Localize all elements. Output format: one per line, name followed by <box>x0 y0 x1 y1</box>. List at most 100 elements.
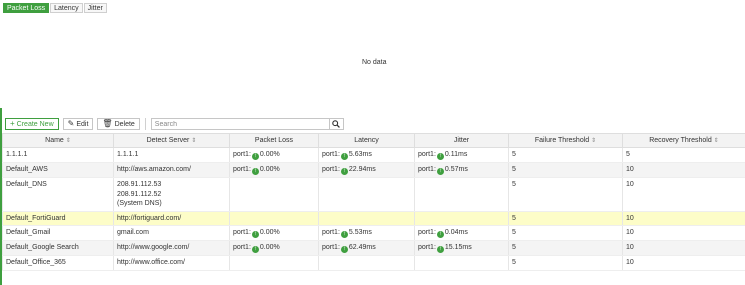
table-row[interactable]: Default_DNS 208.91.112.53 208.91.112.52 (Sy… <box>2 177 745 212</box>
cell-jitter <box>414 255 509 271</box>
table-row[interactable]: Default_AWS http://aws.amazon.com/port1: ↑… <box>2 162 745 178</box>
detect-server-line: 208.91.112.52 <box>117 190 162 198</box>
column-header-detect-server[interactable]: Detect Server ⇕ <box>113 133 230 148</box>
cell-detect-server: http://fortiguard.com/ <box>113 211 230 226</box>
table-row[interactable]: Default_Google Search http://www.google.c… <box>2 240 745 256</box>
cell-packet-loss <box>229 211 319 226</box>
create-new-label: Create New <box>16 120 54 128</box>
search-icon <box>332 120 341 128</box>
cell-latency: port1: ↑ 5.63ms <box>318 147 415 163</box>
search-button[interactable] <box>329 118 344 130</box>
port-label: port1: <box>418 151 436 158</box>
port-label: port1: <box>322 166 340 173</box>
pencil-icon: ✎ <box>67 119 75 128</box>
detect-server-line: http://www.google.com/ <box>117 244 190 251</box>
cell-name: 1.1.1.1 <box>2 147 114 163</box>
metric-value: 0.04ms <box>444 229 468 236</box>
table-row[interactable]: Default_Office_365 http://www.office.com/… <box>2 255 745 271</box>
port-label: port1: <box>233 229 251 236</box>
cell-detect-server: gmail.com <box>113 225 230 241</box>
table-row[interactable]: Default_Gmail gmail.com port1: ↑ 0.00% port1:… <box>2 225 745 241</box>
tab-latency[interactable]: Latency <box>50 3 83 13</box>
port-label: port1: <box>322 229 340 236</box>
column-header-name[interactable]: Name ⇕ <box>2 133 114 148</box>
cell-jitter: port1: ↑ 0.57ms <box>414 162 509 178</box>
cell-packet-loss: port1: ↑ 0.00% <box>229 162 319 178</box>
cell-failure-threshold: 5 <box>508 255 623 271</box>
port-label: port1: <box>322 244 340 251</box>
metric-value: 5.63ms <box>348 151 372 158</box>
metric-value: 0.00% <box>259 229 280 236</box>
cell-name: Default_AWS <box>2 162 114 178</box>
status-up-icon: ↑ <box>251 153 259 160</box>
metric-value: 22.94ms <box>348 166 376 173</box>
detect-server-line: 1.1.1.1 <box>117 151 139 158</box>
status-up-icon: ↑ <box>251 168 259 175</box>
column-header-latency[interactable]: Latency <box>318 133 415 148</box>
cell-recovery-threshold: 10 <box>622 162 745 178</box>
detect-server-line: 208.91.112.53 <box>117 181 162 188</box>
status-up-icon: ↑ <box>340 168 348 175</box>
cell-failure-threshold: 5 <box>508 177 623 212</box>
port-label: port1: <box>233 244 251 251</box>
cell-recovery-threshold: 10 <box>622 225 745 241</box>
cell-detect-server: http://www.office.com/ <box>113 255 230 271</box>
performance-sla-table: Name ⇕ Detect Server ⇕ Packet Loss Latency… <box>2 133 745 271</box>
cell-name: Default_Office_365 <box>2 255 114 271</box>
cell-packet-loss <box>229 177 319 212</box>
delete-label: Delete <box>114 120 135 128</box>
cell-failure-threshold: 5 <box>508 211 623 226</box>
toolbar-divider <box>144 118 146 130</box>
metric-value: 0.11ms <box>444 151 468 158</box>
metric-value: 5.53ms <box>348 229 372 236</box>
cell-packet-loss <box>229 255 319 271</box>
metric-value: 0.57ms <box>444 166 468 173</box>
port-label: port1: <box>322 151 340 158</box>
cell-detect-server: http://www.google.com/ <box>113 240 230 256</box>
trash-icon: 🗑 <box>102 119 113 128</box>
cell-packet-loss: port1: ↑ 0.00% <box>229 147 319 163</box>
cell-detect-server: 208.91.112.53 208.91.112.52 (System DNS) <box>113 177 230 212</box>
status-up-icon: ↑ <box>340 246 348 253</box>
table-row[interactable]: Default_FortiGuard http://fortiguard.com/… <box>2 211 745 226</box>
cell-jitter <box>414 177 509 212</box>
status-up-icon: ↑ <box>251 231 259 238</box>
port-label: port1: <box>418 244 436 251</box>
metric-value: 15.15ms <box>444 244 472 251</box>
status-up-icon: ↑ <box>436 231 444 238</box>
search-input[interactable] <box>150 118 330 130</box>
metric-value: 0.00% <box>259 166 280 173</box>
metric-value: 0.00% <box>259 244 280 251</box>
edit-button[interactable]: ✎ Edit <box>62 118 94 130</box>
column-header-failure-threshold[interactable]: Failure Threshold ⇕ <box>508 133 623 148</box>
cell-recovery-threshold: 10 <box>622 177 745 212</box>
detect-server-line: http://fortiguard.com/ <box>117 214 182 222</box>
cell-recovery-threshold: 10 <box>622 240 745 256</box>
tab-packet-loss[interactable]: Packet Loss <box>3 3 50 13</box>
plus-icon: + <box>10 119 15 128</box>
table-header: Name ⇕ Detect Server ⇕ Packet Loss Latency… <box>2 133 745 148</box>
cell-latency <box>318 255 415 271</box>
cell-latency <box>318 211 415 226</box>
column-header-jitter[interactable]: Jitter <box>414 133 509 148</box>
cell-jitter: port1: ↑ 0.11ms <box>414 147 509 163</box>
cell-latency: port1: ↑ 5.53ms <box>318 225 415 241</box>
tab-jitter[interactable]: Jitter <box>83 3 107 13</box>
column-header-recovery-threshold[interactable]: Recovery Threshold ⇕ <box>622 133 745 148</box>
cell-packet-loss: port1: ↑ 0.00% <box>229 225 319 241</box>
cell-jitter: port1: ↑ 15.15ms <box>414 240 509 256</box>
port-label: port1: <box>233 151 251 158</box>
chart-tabs: Packet Loss Latency Jitter <box>3 3 107 13</box>
column-header-packet-loss[interactable]: Packet Loss <box>229 133 319 148</box>
create-new-button[interactable]: + Create New <box>5 118 59 130</box>
cell-latency: port1: ↑ 22.94ms <box>318 162 415 178</box>
port-label: port1: <box>418 229 436 236</box>
detect-server-line: gmail.com <box>117 229 149 236</box>
toolbar: + Create New ✎ Edit 🗑 Delete <box>5 118 344 130</box>
edit-label: Edit <box>76 120 89 128</box>
delete-button[interactable]: 🗑 Delete <box>97 118 140 130</box>
cell-jitter <box>414 211 509 226</box>
sort-icon: ⇕ <box>591 138 597 144</box>
status-up-icon: ↑ <box>340 231 348 238</box>
table-row[interactable]: 1.1.1.1 1.1.1.1 port1: ↑ 0.00% port1: ↑ 5.63ms p… <box>2 147 745 163</box>
